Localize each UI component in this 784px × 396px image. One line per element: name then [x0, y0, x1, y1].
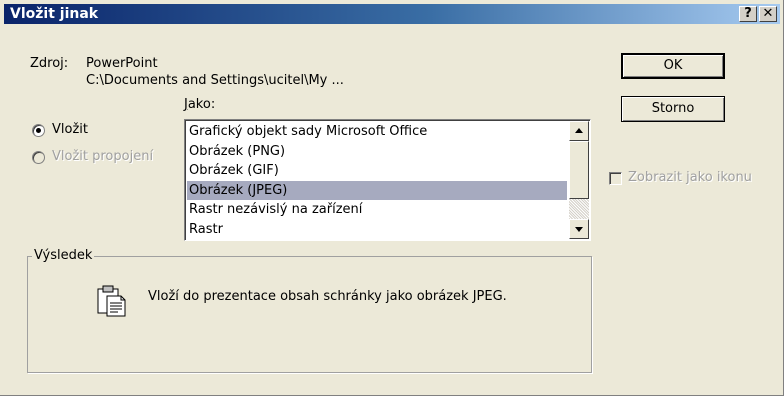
source-label: Zdroj: [30, 56, 69, 71]
format-list-item[interactable]: Obrázek (JPEG) [187, 180, 567, 200]
scroll-down-button[interactable] [569, 219, 589, 239]
radio-dot [36, 128, 41, 133]
result-description: Vloží do prezentace obsah schránky jako … [148, 289, 507, 304]
format-listbox[interactable]: Grafický objekt sady Microsoft Office Obr… [184, 119, 591, 241]
arrow-down-icon [575, 227, 583, 232]
display-as-icon-label[interactable]: Zobrazit jako ikonu [628, 170, 752, 186]
format-list-item[interactable]: Grafický objekt sady Microsoft Office [187, 122, 567, 141]
list-scrollbar[interactable] [569, 121, 589, 239]
format-list-item[interactable]: Rastr nezávislý na zařízení [187, 200, 567, 219]
format-list-item[interactable]: Rastr [187, 220, 567, 239]
cancel-button[interactable]: Storno [621, 96, 725, 122]
close-button[interactable]: ✕ [759, 6, 777, 22]
as-label-rest: ako: [187, 97, 216, 112]
display-as-icon-checkbox[interactable] [609, 172, 622, 185]
dialog-title: Vložit jinak [10, 6, 99, 22]
scroll-thumb[interactable] [569, 141, 589, 199]
title-bar[interactable]: Vložit jinak ? ✕ [4, 4, 780, 24]
scroll-up-button[interactable] [569, 121, 589, 141]
arrow-up-icon [575, 128, 583, 133]
source-app: PowerPoint [86, 56, 158, 71]
help-button[interactable]: ? [739, 6, 757, 22]
paste-clipboard-icon [97, 285, 126, 317]
source-path: C:\Documents and Settings\ucitel\My ... [86, 73, 344, 88]
paste-radio[interactable] [32, 124, 45, 137]
paste-link-radio[interactable] [32, 151, 45, 164]
as-label: Jako: [184, 97, 215, 113]
format-list-item[interactable]: Obrázek (GIF) [187, 161, 567, 180]
ok-button[interactable]: OK [621, 53, 725, 79]
result-legend: Výsledek [32, 248, 95, 264]
paste-radio-label[interactable]: Vložit [52, 122, 88, 138]
paste-link-radio-label[interactable]: Vložit propojení [52, 149, 153, 165]
format-list-item[interactable]: Obrázek (PNG) [187, 142, 567, 161]
paste-special-dialog: Vložit jinak ? ✕ Zdroj: PowerPoint C:\Do… [0, 0, 784, 396]
